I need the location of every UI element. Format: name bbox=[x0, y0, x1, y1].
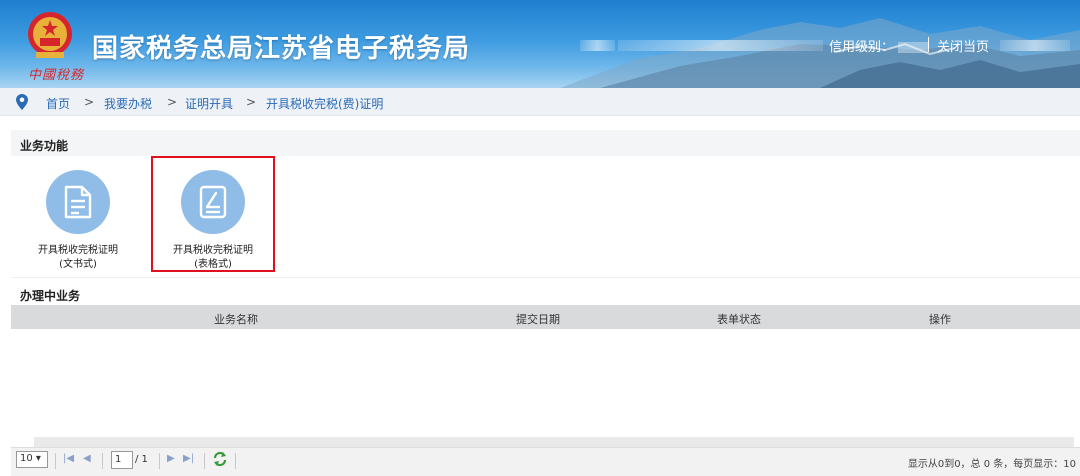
total-pages: / 1 bbox=[135, 454, 148, 465]
close-page-link[interactable]: 关闭当页 bbox=[937, 36, 989, 55]
credit-level-value bbox=[898, 42, 929, 53]
header-divider bbox=[928, 37, 929, 52]
prev-page-icon[interactable]: ◀ bbox=[83, 453, 91, 464]
breadcrumb-tax-handling[interactable]: 我要办税 bbox=[104, 95, 152, 112]
document-icon bbox=[64, 185, 92, 219]
column-business-name[interactable]: 业务名称 bbox=[214, 311, 258, 327]
pager-divider bbox=[55, 453, 56, 469]
header-decor-bar bbox=[580, 40, 615, 51]
national-emblem-icon bbox=[28, 12, 72, 58]
credit-level: 信用级别： bbox=[829, 36, 929, 55]
pager-divider bbox=[159, 453, 160, 469]
breadcrumb-separator: > bbox=[84, 95, 95, 109]
tile-icon-circle bbox=[46, 170, 110, 234]
horizontal-scrollbar[interactable] bbox=[34, 437, 1074, 447]
pager-divider bbox=[204, 453, 205, 469]
location-pin-icon bbox=[16, 94, 28, 110]
last-page-icon[interactable]: ▶| bbox=[183, 453, 194, 464]
column-form-status[interactable]: 表单状态 bbox=[717, 311, 761, 327]
breadcrumb-separator: > bbox=[167, 95, 178, 109]
selection-highlight-box bbox=[151, 156, 275, 272]
header-decor-bar bbox=[1000, 40, 1070, 51]
page-number-input[interactable]: 1 bbox=[111, 451, 133, 469]
pager-info: 显示从0到0，总 0 条，每页显示：10 bbox=[907, 459, 1076, 470]
credit-level-label: 信用级别： bbox=[829, 40, 895, 55]
column-submit-date[interactable]: 提交日期 bbox=[516, 311, 560, 327]
breadcrumb-home[interactable]: 首页 bbox=[46, 95, 70, 112]
first-page-icon[interactable]: |◀ bbox=[63, 453, 74, 464]
page-size-select[interactable]: 10 ▾ bbox=[16, 451, 48, 468]
breadcrumb-certificates[interactable]: 证明开具 bbox=[185, 95, 233, 112]
tile-label: 开具税收完税证明 (文书式) bbox=[17, 244, 139, 272]
table-header: 业务名称 提交日期 表单状态 操作 bbox=[11, 305, 1080, 329]
pagination-bar: 10 ▾ |◀ ◀ 1 / 1 ▶ ▶| 显示从0到0，总 0 条，每页显示：1… bbox=[11, 447, 1080, 476]
column-actions[interactable]: 操作 bbox=[929, 311, 951, 327]
tile-label-line1: 开具税收完税证明 bbox=[38, 245, 118, 256]
pager-divider bbox=[102, 453, 103, 469]
site-title: 国家税务总局江苏省电子税务局 bbox=[92, 34, 471, 64]
pager-divider bbox=[235, 453, 236, 469]
next-page-icon[interactable]: ▶ bbox=[167, 453, 175, 464]
breadcrumb: 首页 > 我要办税 > 证明开具 > 开具税收完税(费)证明 bbox=[0, 88, 1080, 116]
tile-tax-certificate-document[interactable]: 开具税收完税证明 (文书式) bbox=[17, 170, 139, 272]
breadcrumb-separator: > bbox=[246, 95, 257, 109]
pending-section-title: 办理中业务 bbox=[11, 280, 1080, 306]
site-header: 中國稅務 国家税务总局江苏省电子税务局 信用级别： 关闭当页 bbox=[0, 0, 1080, 88]
refresh-icon[interactable] bbox=[212, 451, 228, 467]
table-body bbox=[11, 329, 1080, 437]
breadcrumb-current: 开具税收完税(费)证明 bbox=[266, 97, 384, 111]
brand-signature: 中國稅務 bbox=[28, 68, 85, 83]
page-size-value: 10 bbox=[20, 453, 33, 464]
tile-label-line2: (文书式) bbox=[59, 259, 97, 270]
header-decor-bar bbox=[618, 40, 823, 51]
functions-section-title: 业务功能 bbox=[11, 130, 1080, 156]
